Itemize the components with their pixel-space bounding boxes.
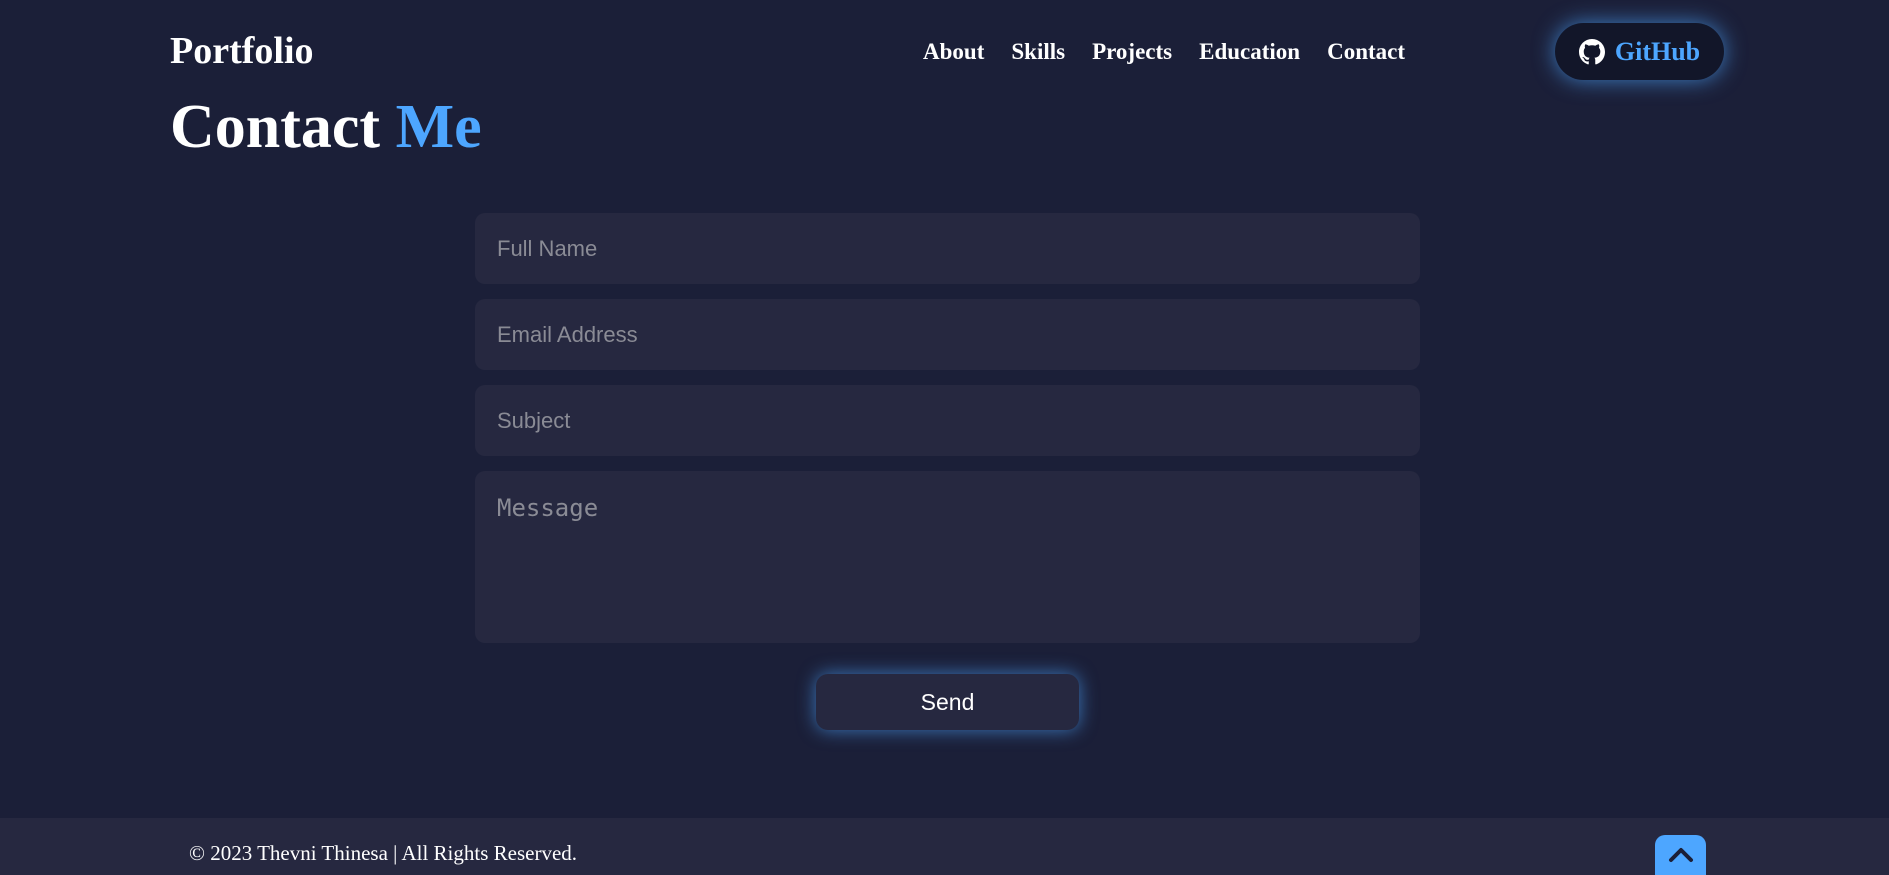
- nav-item-about[interactable]: About: [923, 37, 984, 67]
- copyright-text: © 2023 Thevni Thinesa | All Rights Reser…: [189, 841, 578, 865]
- site-header: Portfolio About Skills Projects Educatio…: [0, 0, 1889, 100]
- github-button[interactable]: GitHub: [1555, 23, 1724, 80]
- contact-form: [475, 213, 1420, 658]
- message-textarea[interactable]: [475, 471, 1420, 643]
- email-input[interactable]: [475, 299, 1420, 370]
- github-button-label: GitHub: [1614, 36, 1701, 66]
- page-title-main: Contact: [170, 93, 381, 161]
- site-logo[interactable]: Portfolio: [170, 27, 314, 75]
- main-nav: About Skills Projects Education Contact: [923, 37, 1405, 67]
- nav-item-projects[interactable]: Projects: [1092, 37, 1172, 67]
- full-name-input[interactable]: [475, 213, 1420, 284]
- subject-input[interactable]: [475, 385, 1420, 456]
- site-footer: © 2023 Thevni Thinesa | All Rights Reser…: [0, 818, 1889, 875]
- chevron-up-icon: [1668, 846, 1694, 864]
- nav-item-skills[interactable]: Skills: [1011, 37, 1065, 67]
- page-title-accent: Me: [395, 93, 482, 161]
- nav-item-contact[interactable]: Contact: [1327, 37, 1405, 67]
- nav-item-education[interactable]: Education: [1199, 37, 1300, 67]
- back-to-top-button[interactable]: [1655, 835, 1706, 875]
- page-title: Contact Me: [170, 92, 482, 162]
- send-button[interactable]: Send: [816, 674, 1079, 730]
- github-icon: [1578, 38, 1605, 65]
